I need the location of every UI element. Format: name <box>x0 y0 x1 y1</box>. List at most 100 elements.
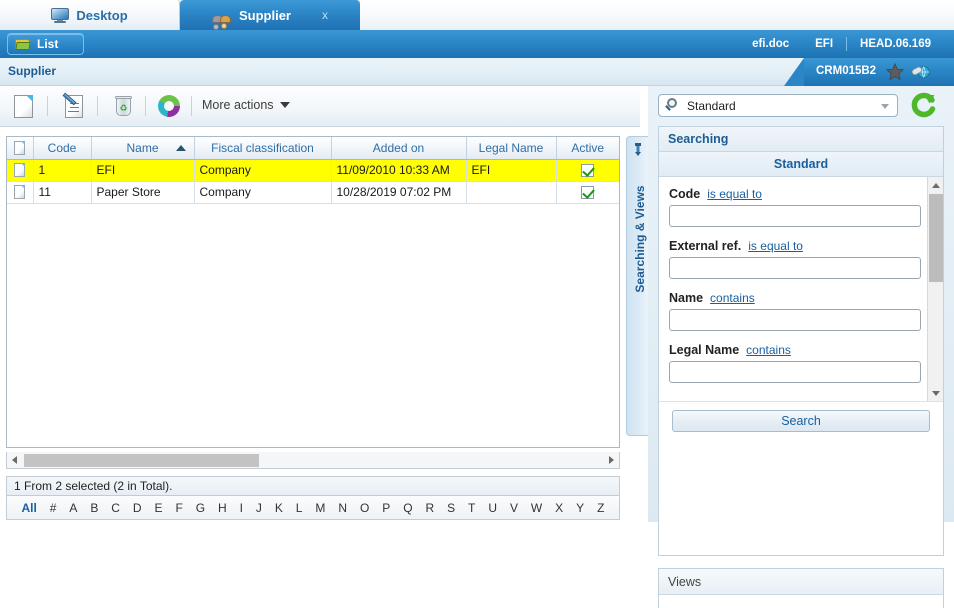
active-checkbox[interactable] <box>581 186 595 200</box>
legal-name-input[interactable] <box>669 361 921 383</box>
alpha-filter-f[interactable]: F <box>175 501 182 515</box>
search-mode-select[interactable]: Standard <box>658 94 898 117</box>
triangle-up-icon <box>932 182 940 188</box>
alpha-filter-c[interactable]: C <box>111 501 120 515</box>
tab-desktop[interactable]: Desktop <box>0 0 180 30</box>
alpha-filter-g[interactable]: G <box>196 501 205 515</box>
alpha-filter-t[interactable]: T <box>468 501 475 515</box>
alpha-filter-b[interactable]: B <box>90 501 98 515</box>
code-field-label: Code <box>669 187 701 201</box>
banner-doc-label: efi.doc <box>752 38 790 50</box>
cell-code: 1 <box>33 159 92 182</box>
row-selector-cell[interactable] <box>7 181 34 204</box>
more-actions-button[interactable]: More actions <box>202 98 290 112</box>
column-header-active[interactable]: Active <box>556 137 619 160</box>
alpha-filter-n[interactable]: N <box>338 501 347 515</box>
chevron-down-icon[interactable] <box>881 104 889 109</box>
alpha-filter-r[interactable]: R <box>425 501 434 515</box>
column-header-selector[interactable] <box>7 137 34 160</box>
table-row[interactable]: 1 EFI Company 11/09/2010 10:33 AM EFI <box>7 159 619 182</box>
searching-views-tab[interactable]: Searching & Views <box>626 136 648 436</box>
tab-close-icon[interactable]: x <box>322 8 328 22</box>
search-action-row: Search <box>659 401 943 439</box>
scroll-up-button[interactable] <box>928 177 943 193</box>
code-input[interactable] <box>669 205 921 227</box>
scroll-right-button[interactable] <box>604 453 619 468</box>
scroll-thumb[interactable] <box>24 453 259 467</box>
alpha-filter-v[interactable]: V <box>510 501 518 515</box>
tab-strip: Desktop Supplier x <box>0 0 954 30</box>
name-input[interactable] <box>669 309 921 331</box>
banner-version-label: HEAD.06.169 <box>860 38 931 50</box>
alpha-filter-e[interactable]: E <box>155 501 163 515</box>
toolbar-separator <box>191 96 192 116</box>
alpha-filter-d[interactable]: D <box>133 501 142 515</box>
toolbar: ♻ More actions <box>0 86 640 127</box>
globe-icon[interactable] <box>911 63 931 81</box>
list-button-label: List <box>37 37 59 51</box>
column-header-fiscal-classification[interactable]: Fiscal classification <box>194 137 332 160</box>
document-small-icon <box>14 141 26 156</box>
new-record-button[interactable] <box>6 90 40 122</box>
scroll-left-button[interactable] <box>7 453 22 468</box>
grid-horizontal-scrollbar[interactable] <box>6 452 620 469</box>
alpha-filter-hash[interactable]: # <box>50 501 57 515</box>
alpha-filter-a[interactable]: A <box>69 501 77 515</box>
cell-code: 11 <box>33 181 92 204</box>
toolbar-separator <box>97 96 98 116</box>
search-button[interactable]: Search <box>672 409 930 432</box>
alpha-filter-i[interactable]: I <box>240 501 243 515</box>
alpha-filter-u[interactable]: U <box>488 501 497 515</box>
chevron-down-icon <box>279 102 290 108</box>
search-fields-scrollbar[interactable] <box>927 177 943 401</box>
sort-ascending-icon <box>175 145 186 151</box>
scroll-down-button[interactable] <box>928 385 943 401</box>
cell-legal-name <box>466 181 557 204</box>
alpha-filter-m[interactable]: M <box>315 501 325 515</box>
table-row[interactable]: 11 Paper Store Company 10/28/2019 07:02 … <box>7 181 619 204</box>
name-operator-link[interactable]: contains <box>710 291 755 305</box>
tab-supplier-label: Supplier <box>238 7 291 23</box>
external-ref-input[interactable] <box>669 257 921 279</box>
alpha-filter-p[interactable]: P <box>382 501 390 515</box>
legal-name-operator-link[interactable]: contains <box>746 343 791 357</box>
delete-record-button[interactable]: ♻ <box>106 90 140 122</box>
edit-record-button[interactable] <box>56 90 90 122</box>
alpha-filter-k[interactable]: K <box>275 501 283 515</box>
column-header-added-on[interactable]: Added on <box>331 137 467 160</box>
page-title: Supplier <box>8 64 57 78</box>
scroll-thumb[interactable] <box>929 194 943 282</box>
alpha-filter-s[interactable]: S <box>447 501 455 515</box>
application-window: Desktop Supplier x List efi.doc EFI HEAD… <box>0 0 954 608</box>
breadcrumb-bar: Supplier CRM015B2 <box>0 58 954 86</box>
refresh-green-icon[interactable] <box>910 91 938 119</box>
banner-company-label: EFI <box>815 38 834 50</box>
refresh-button[interactable] <box>152 90 186 122</box>
scroll-track[interactable] <box>22 453 604 468</box>
cell-name: Paper Store <box>91 181 195 204</box>
alpha-filter-y[interactable]: Y <box>576 501 584 515</box>
search-field-external-ref: External ref. is equal to <box>669 239 921 279</box>
alpha-filter-q[interactable]: Q <box>403 501 412 515</box>
tab-supplier[interactable]: Supplier x <box>180 0 360 30</box>
row-selector-cell[interactable] <box>7 159 34 182</box>
alpha-filter-x[interactable]: X <box>555 501 563 515</box>
list-button[interactable]: List <box>7 33 84 55</box>
document-icon <box>13 94 33 118</box>
alpha-filter-o[interactable]: O <box>360 501 369 515</box>
star-icon[interactable] <box>886 62 904 81</box>
active-checkbox[interactable] <box>581 164 595 178</box>
column-header-code[interactable]: Code <box>33 137 92 160</box>
alpha-filter-j[interactable]: J <box>256 501 262 515</box>
alpha-filter-w[interactable]: W <box>531 501 542 515</box>
banner-info: efi.doc EFI HEAD.06.169 <box>739 30 944 58</box>
column-header-legal-name[interactable]: Legal Name <box>466 137 557 160</box>
external-ref-operator-link[interactable]: is equal to <box>748 239 803 253</box>
alpha-filter-h[interactable]: H <box>218 501 227 515</box>
searching-views-label: Searching & Views <box>633 185 647 293</box>
column-header-name[interactable]: Name <box>91 137 195 160</box>
alpha-filter-l[interactable]: L <box>296 501 303 515</box>
alpha-filter-z[interactable]: Z <box>597 501 604 515</box>
code-operator-link[interactable]: is equal to <box>707 187 762 201</box>
alpha-filter-all[interactable]: All <box>21 501 36 515</box>
